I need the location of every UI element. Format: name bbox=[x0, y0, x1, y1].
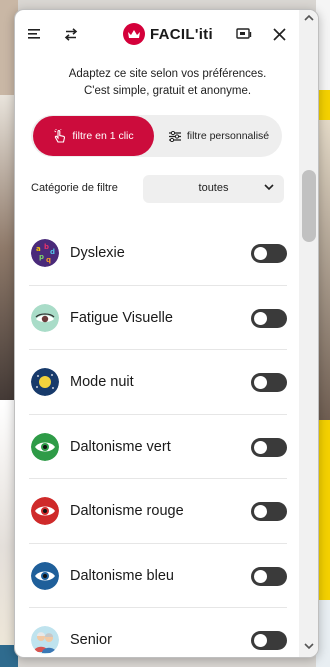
crown-logo-icon bbox=[123, 23, 145, 45]
screen-cast-icon[interactable] bbox=[232, 22, 256, 46]
filter-label: Dyslexie bbox=[70, 245, 125, 261]
filter-label: Mode nuit bbox=[70, 374, 134, 390]
filter-list: abdpq Dyslexie Fatigue Visuelle Mode nui… bbox=[29, 221, 287, 657]
svg-text:b: b bbox=[44, 243, 49, 251]
filter-label: Daltonisme bleu bbox=[70, 567, 174, 584]
green-eye-icon bbox=[31, 432, 59, 461]
category-row: Catégorie de filtre toutes bbox=[29, 175, 287, 203]
close-icon[interactable] bbox=[267, 22, 291, 46]
tab-one-click-filter[interactable]: filtre en 1 clic bbox=[33, 116, 154, 156]
panel-header: FACIL'iti bbox=[15, 10, 318, 58]
scroll-down-arrow-icon[interactable] bbox=[304, 642, 314, 650]
green-colorblind-toggle[interactable] bbox=[251, 437, 287, 457]
list-item: Daltonisme rouge bbox=[29, 479, 287, 544]
sliders-icon bbox=[168, 130, 181, 142]
tab-custom-filter[interactable]: filtre personnalisé bbox=[158, 116, 280, 156]
blue-colorblind-toggle[interactable] bbox=[251, 566, 287, 586]
svg-text:q: q bbox=[46, 256, 51, 264]
tired-eye-icon bbox=[31, 303, 59, 332]
category-select[interactable]: toutes bbox=[143, 175, 284, 203]
faciliti-logo: FACIL'iti bbox=[123, 21, 213, 47]
list-item: Senior bbox=[29, 608, 287, 657]
category-value: toutes bbox=[198, 182, 229, 194]
faciliti-panel: FACIL'iti Adaptez ce site selon vos préf… bbox=[14, 9, 319, 658]
filter-label: Fatigue Visuelle bbox=[70, 309, 173, 326]
scrollbar-thumb[interactable] bbox=[302, 170, 316, 242]
intro-line-1: Adaptez ce site selon vos préférences. bbox=[68, 68, 267, 80]
svg-text:a: a bbox=[36, 245, 41, 253]
svg-text:d: d bbox=[50, 248, 55, 256]
category-label: Catégorie de filtre bbox=[31, 182, 118, 194]
panel-scrollbar[interactable] bbox=[299, 10, 318, 657]
senior-couple-icon bbox=[31, 626, 59, 654]
logo-text: FACIL'iti bbox=[150, 25, 213, 43]
red-eye-icon bbox=[31, 497, 59, 525]
chevron-down-icon bbox=[264, 184, 274, 191]
tab-one-click-label: filtre en 1 clic bbox=[72, 130, 134, 142]
night-mode-moon-icon bbox=[31, 368, 59, 396]
list-item: Mode nuit bbox=[29, 350, 287, 415]
visual-fatigue-toggle[interactable] bbox=[251, 308, 287, 328]
scroll-up-arrow-icon[interactable] bbox=[304, 14, 314, 22]
dyslexia-letters-icon: abdpq bbox=[31, 239, 59, 267]
list-item: abdpq Dyslexie bbox=[29, 221, 287, 286]
list-item: Daltonisme vert bbox=[29, 415, 287, 479]
night-mode-toggle[interactable] bbox=[251, 373, 287, 392]
intro-line-2: C'est simple, gratuit et anonyme. bbox=[83, 85, 252, 97]
filter-label: Daltonisme vert bbox=[70, 438, 171, 455]
hamburger-menu-icon[interactable] bbox=[23, 22, 47, 46]
dyslexia-toggle[interactable] bbox=[251, 244, 287, 263]
senior-toggle[interactable] bbox=[251, 631, 287, 650]
intro-text: Adaptez ce site selon vos préférences. C… bbox=[15, 66, 318, 100]
swap-arrows-icon[interactable] bbox=[59, 22, 83, 46]
list-item: Daltonisme bleu bbox=[29, 544, 287, 608]
filter-label: Senior bbox=[70, 632, 112, 648]
red-colorblind-toggle[interactable] bbox=[251, 502, 287, 521]
hand-click-icon bbox=[54, 129, 66, 143]
filter-mode-tabs: filtre en 1 clic filtre personnalisé bbox=[31, 115, 282, 157]
filter-label: Daltonisme rouge bbox=[70, 503, 184, 519]
tab-custom-label: filtre personnalisé bbox=[186, 130, 270, 142]
svg-text:p: p bbox=[39, 253, 44, 261]
list-item: Fatigue Visuelle bbox=[29, 286, 287, 350]
blue-eye-icon bbox=[31, 561, 59, 590]
